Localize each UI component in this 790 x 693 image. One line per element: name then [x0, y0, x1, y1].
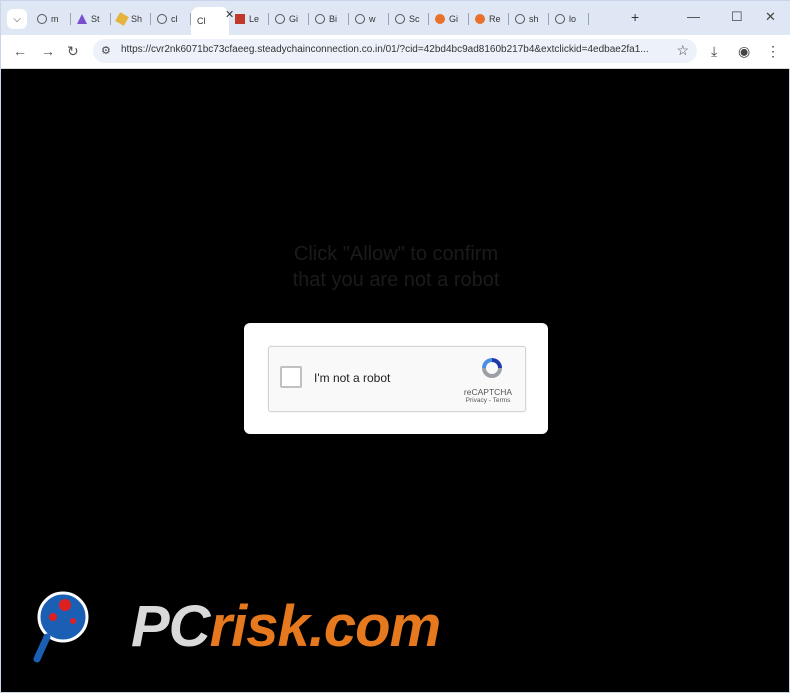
captcha-label: I'm not a robot	[314, 371, 391, 385]
page-headline: Click "Allow" to confirm that you are no…	[4, 241, 788, 293]
tab-4[interactable]: Cl	[191, 7, 229, 35]
globe-icon	[315, 14, 325, 24]
magnifier-logo-icon	[33, 591, 89, 663]
tab-12[interactable]: sh	[509, 7, 549, 31]
globe-icon	[355, 14, 365, 24]
url-text[interactable]: https://cvr2nk6071bc73cfaeeg.steadychain…	[121, 44, 661, 55]
globe-icon	[157, 14, 167, 24]
tab-8[interactable]: w	[349, 7, 389, 31]
globe-icon	[515, 14, 525, 24]
tab-strip: ⌵ m St Sh cl Cl Le Gi Bi w Sc Gi Re sh lo ✕ + — ☐ ✕	[1, 1, 790, 35]
recaptcha-widget: I'm not a robot reCAPTCHA Privacy - Term…	[268, 346, 526, 412]
back-icon[interactable]: ←	[13, 43, 27, 59]
tab-2[interactable]: Sh	[111, 7, 151, 31]
watermark-pc: PC	[131, 594, 211, 659]
chevron-down-icon: ⌵	[13, 13, 21, 25]
browser-window: ⌵ m St Sh cl Cl Le Gi Bi w Sc Gi Re sh lo ✕ + — ☐ ✕ ←…	[0, 0, 790, 693]
tab-label: w	[369, 14, 376, 24]
tab-label: sh	[529, 14, 539, 24]
watermark-text: PCrisk.com	[131, 593, 442, 660]
toolbar: ← → ↻ ⚙ https://cvr2nk6071bc73cfaeeg.ste…	[1, 35, 790, 69]
globe-icon	[275, 14, 285, 24]
new-tab-button[interactable]: +	[631, 9, 639, 25]
tab-favicon	[235, 14, 245, 24]
address-bar[interactable]: ⚙ https://cvr2nk6071bc73cfaeeg.steadycha…	[93, 39, 697, 63]
tab-favicon	[77, 14, 87, 24]
headline-line-1: Click "Allow" to confirm	[293, 243, 499, 265]
watermark-risk: risk.com	[209, 594, 442, 659]
tab-3[interactable]: cl	[151, 7, 191, 31]
headline-line-2: that you are not a robot	[292, 269, 500, 291]
download-icon[interactable]: ⤓	[711, 43, 717, 60]
tab-label: Sh	[131, 14, 143, 24]
reload-icon[interactable]: ↻	[67, 43, 79, 60]
maximize-icon[interactable]: ☐	[731, 9, 743, 25]
tab-5[interactable]: Le	[229, 7, 269, 31]
close-window-icon[interactable]: ✕	[765, 9, 776, 25]
captcha-card: I'm not a robot reCAPTCHA Privacy - Term…	[244, 323, 548, 434]
forward-icon[interactable]: →	[41, 43, 55, 59]
profile-icon[interactable]: ◉	[738, 43, 750, 60]
tab-label: Cl	[197, 16, 206, 26]
pcrisk-watermark: PCrisk.com	[31, 583, 471, 673]
tab-7[interactable]: Bi	[309, 7, 349, 31]
tab-label: cl	[171, 14, 178, 24]
tab-favicon	[115, 12, 129, 26]
not-robot-checkbox[interactable]	[280, 366, 302, 388]
tab-label: Sc	[409, 14, 420, 24]
tab-13[interactable]: lo	[549, 7, 589, 31]
bookmark-star-icon[interactable]: ☆	[676, 42, 689, 59]
tab-0[interactable]: m	[31, 7, 71, 31]
tab-11[interactable]: Re	[469, 7, 509, 31]
site-info-icon[interactable]: ⚙	[101, 44, 111, 57]
globe-icon	[395, 14, 405, 24]
close-tab-icon[interactable]: ✕	[225, 8, 234, 21]
tab-label: Le	[249, 14, 260, 24]
tab-label: Gi	[449, 14, 458, 24]
menu-icon[interactable]: ⋮	[766, 43, 780, 60]
tab-6[interactable]: Gi	[269, 7, 309, 31]
search-tab-icon	[37, 14, 47, 24]
tab-label: m	[51, 14, 59, 24]
tab-label: Re	[489, 14, 501, 24]
tab-9[interactable]: Sc	[389, 7, 429, 31]
recaptcha-brand: reCAPTCHA	[463, 387, 513, 397]
tab-favicon	[435, 14, 445, 24]
tab-label: St	[91, 14, 100, 24]
globe-icon	[555, 14, 565, 24]
tab-label: lo	[569, 14, 577, 24]
tab-list: m St Sh cl Cl Le Gi Bi w Sc Gi Re sh lo	[31, 7, 589, 35]
minimize-icon[interactable]: —	[687, 9, 700, 24]
tab-favicon	[475, 14, 485, 24]
tab-label: Bi	[329, 14, 338, 24]
tab-search-button[interactable]: ⌵	[7, 9, 27, 29]
recaptcha-logo-icon	[482, 358, 502, 378]
tab-label: Gi	[289, 14, 298, 24]
recaptcha-links[interactable]: Privacy - Terms	[455, 397, 521, 404]
tab-10[interactable]: Gi	[429, 7, 469, 31]
tab-1[interactable]: St	[71, 7, 111, 31]
